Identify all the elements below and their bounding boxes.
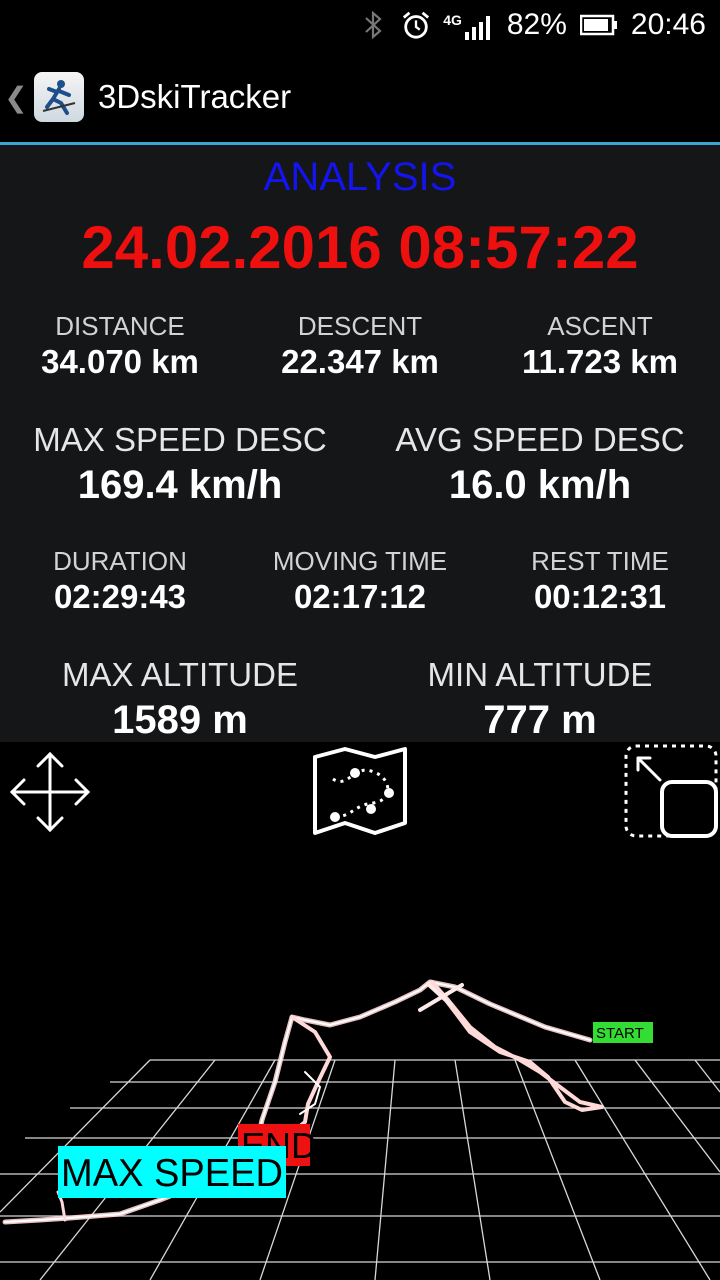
- analysis-panel[interactable]: ANALYSIS 24.02.2016 08:57:22 DISTANCE 34…: [0, 145, 720, 742]
- map-route-icon[interactable]: [310, 744, 410, 838]
- stat-descent: DESCENT 22.347 km: [240, 310, 480, 382]
- start-marker: START: [593, 1022, 653, 1043]
- stat-label: AVG SPEED DESC: [395, 421, 685, 458]
- stat-label: ASCENT: [547, 311, 653, 341]
- stat-duration: DURATION 02:29:43: [0, 545, 240, 617]
- bluetooth-icon: [359, 10, 389, 40]
- app-skier-icon[interactable]: [34, 72, 84, 122]
- stat-label: DESCENT: [297, 311, 423, 341]
- stat-avg-speed-desc: AVG SPEED DESC 16.0 km/h: [360, 420, 720, 510]
- session-datetime: 24.02.2016 08:57:22: [81, 214, 639, 281]
- action-bar: ❮ 3DskiTracker: [0, 50, 720, 144]
- stat-min-altitude: MIN ALTITUDE 777 m: [360, 655, 720, 742]
- stat-value: 16.0 km/h: [448, 463, 632, 507]
- resize-icon[interactable]: [622, 742, 720, 840]
- battery-percent: 82%: [506, 8, 567, 41]
- stat-distance: DISTANCE 34.070 km: [0, 310, 240, 382]
- analysis-title: ANALYSIS: [263, 155, 457, 199]
- battery-icon: [579, 10, 619, 40]
- stat-label: DISTANCE: [55, 311, 185, 341]
- stat-value: 02:17:12: [293, 578, 427, 615]
- status-bar: 4G 82% 20:46: [0, 0, 720, 50]
- stat-max-speed-desc: MAX SPEED DESC 169.4 km/h: [0, 420, 360, 510]
- app-title: 3DskiTracker: [98, 78, 292, 115]
- alarm-icon: [401, 10, 431, 40]
- stat-max-altitude: MAX ALTITUDE 1589 m: [0, 655, 360, 742]
- stat-ascent: ASCENT 11.723 km: [480, 310, 720, 382]
- stat-value: 169.4 km/h: [77, 463, 283, 507]
- signal-icon: 4G: [443, 10, 495, 40]
- stat-label: MAX ALTITUDE: [62, 656, 298, 693]
- stat-moving-time: MOVING TIME 02:17:12: [240, 545, 480, 617]
- move-arrows-icon[interactable]: [2, 744, 98, 840]
- stat-value: 34.070 km: [41, 343, 199, 380]
- max-speed-marker: MAX SPEED: [58, 1146, 286, 1198]
- stat-value: 11.723 km: [522, 343, 678, 380]
- track-3d-view[interactable]: START END MAX SPEED: [0, 742, 720, 1280]
- stat-label: MAX SPEED DESC: [33, 421, 327, 458]
- back-button[interactable]: ❮: [2, 81, 30, 114]
- start-label: START: [596, 1025, 644, 1042]
- stat-label: REST TIME: [531, 546, 669, 576]
- stat-value: 22.347 km: [281, 343, 439, 380]
- stat-label: MOVING TIME: [272, 546, 448, 576]
- stat-value: 1589 m: [112, 698, 248, 742]
- network-type-label: 4G: [443, 12, 462, 28]
- stat-value: 777 m: [483, 698, 597, 742]
- clock: 20:46: [630, 8, 706, 41]
- stat-rest-time: REST TIME 00:12:31: [480, 545, 720, 617]
- stat-label: MIN ALTITUDE: [427, 656, 653, 693]
- stat-value: 00:12:31: [533, 578, 667, 615]
- stat-value: 02:29:43: [53, 578, 187, 615]
- stat-label: DURATION: [53, 546, 187, 576]
- max-speed-label: MAX SPEED: [61, 1152, 283, 1195]
